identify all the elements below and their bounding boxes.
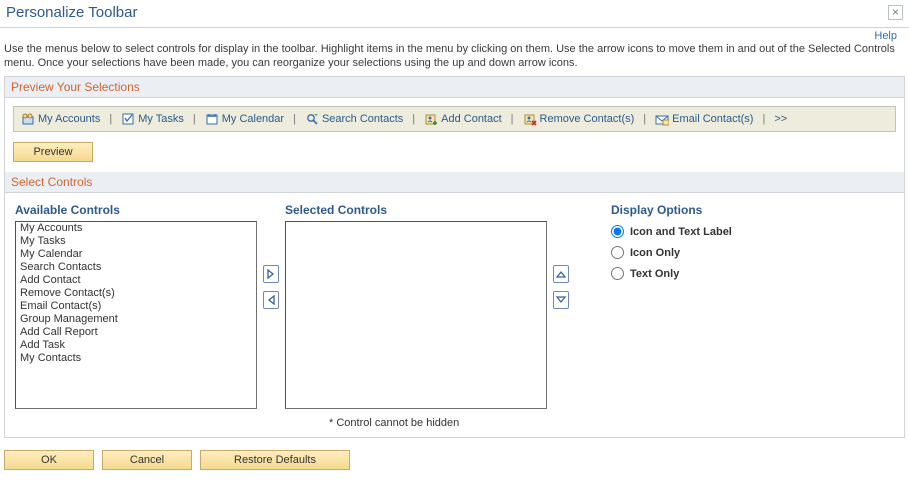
toolbar-item-label: Add Contact [441,113,502,125]
add-contact-icon [424,112,438,126]
preview-button[interactable]: Preview [13,142,93,162]
toolbar-item-search[interactable]: Search Contacts [300,109,408,129]
display-option-radio[interactable] [611,246,624,259]
list-item[interactable]: Add Task [16,339,256,352]
toolbar-separator: | [291,113,298,125]
list-item[interactable]: Email Contact(s) [16,300,256,313]
move-right-icon[interactable] [263,265,279,283]
toolbar-more-button[interactable]: >> [769,110,792,128]
select-section-body: Available Controls My AccountsMy TasksMy… [5,193,904,437]
display-option-1[interactable]: Icon Only [611,242,732,263]
dialog-button-row: OK Cancel Restore Defaults [0,444,909,478]
toolbar-separator: | [107,113,114,125]
available-controls-list[interactable]: My AccountsMy TasksMy CalendarSearch Con… [15,221,257,409]
display-options-column: Display Options Icon and Text LabelIcon … [575,203,732,284]
personalize-toolbar-window: Personalize Toolbar × Help Use the menus… [0,0,909,478]
display-option-label: Icon and Text Label [630,226,732,238]
toolbar-separator: | [410,113,417,125]
selected-controls-list[interactable] [285,221,547,409]
hidden-control-footnote: * Control cannot be hidden [15,409,894,429]
toolbar-item-email-contact[interactable]: Email Contact(s) [650,109,758,129]
list-item[interactable]: My Accounts [16,222,256,235]
window-title: Personalize Toolbar [6,4,137,21]
available-column: Available Controls My AccountsMy TasksMy… [15,203,257,409]
toolbar-item-label: Search Contacts [322,113,403,125]
list-item[interactable]: Add Call Report [16,326,256,339]
display-option-radio[interactable] [611,225,624,238]
list-item[interactable]: My Contacts [16,352,256,365]
list-item[interactable]: Search Contacts [16,261,256,274]
preview-toolbar: My Accounts | My Tasks | My Calendar | Search … [13,106,896,132]
toolbar-separator: | [509,113,516,125]
toolbar-item-label: My Accounts [38,113,100,125]
list-item[interactable]: Remove Contact(s) [16,287,256,300]
toolbar-item-label: My Calendar [222,113,284,125]
toolbar-item-calendar[interactable]: My Calendar [200,109,289,129]
reorder-arrow-column [547,203,575,309]
toolbar-item-add-contact[interactable]: Add Contact [419,109,507,129]
select-columns: Available Controls My AccountsMy TasksMy… [15,203,894,409]
ok-button[interactable]: OK [4,450,94,470]
select-section-heading: Select Controls [5,172,904,193]
toolbar-separator: | [191,113,198,125]
search-icon [305,112,319,126]
description-text: Use the menus below to select controls f… [0,42,909,76]
toolbar-item-label: Email Contact(s) [672,113,753,125]
remove-contact-icon [523,112,537,126]
toolbar-item-tasks[interactable]: My Tasks [116,109,189,129]
titlebar: Personalize Toolbar × [0,0,909,28]
preview-section-heading: Preview Your Selections [5,77,904,98]
list-item[interactable]: Add Contact [16,274,256,287]
toolbar-separator: | [760,113,767,125]
tasks-icon [121,112,135,126]
email-contact-icon [655,112,669,126]
move-down-icon[interactable] [553,291,569,309]
help-row: Help [0,28,909,42]
help-link[interactable]: Help [874,30,897,42]
preview-section-body: My Accounts | My Tasks | My Calendar | Search … [5,98,904,172]
close-icon[interactable]: × [888,5,903,20]
move-arrow-column [257,203,285,309]
toolbar-item-label: My Tasks [138,113,184,125]
selected-column: Selected Controls [285,203,547,409]
list-item[interactable]: Group Management [16,313,256,326]
display-option-2[interactable]: Text Only [611,263,732,284]
list-item[interactable]: My Calendar [16,248,256,261]
display-option-label: Icon Only [630,247,680,259]
cancel-button[interactable]: Cancel [102,450,192,470]
display-options-heading: Display Options [611,203,732,217]
main-panel: Preview Your Selections My Accounts | My T… [4,76,905,438]
list-item[interactable]: My Tasks [16,235,256,248]
display-option-0[interactable]: Icon and Text Label [611,221,732,242]
toolbar-separator: | [641,113,648,125]
calendar-icon [205,112,219,126]
toolbar-item-accounts[interactable]: My Accounts [16,109,105,129]
accounts-icon [21,112,35,126]
move-up-icon[interactable] [553,265,569,283]
move-left-icon[interactable] [263,291,279,309]
restore-defaults-button[interactable]: Restore Defaults [200,450,350,470]
display-option-label: Text Only [630,268,679,280]
preview-button-row: Preview [13,142,896,162]
selected-heading: Selected Controls [285,203,547,217]
available-heading: Available Controls [15,203,257,217]
toolbar-item-remove-contact[interactable]: Remove Contact(s) [518,109,640,129]
display-option-radio[interactable] [611,267,624,280]
display-options-group: Icon and Text Label Icon Only Text Only [611,221,732,284]
toolbar-item-label: Remove Contact(s) [540,113,635,125]
